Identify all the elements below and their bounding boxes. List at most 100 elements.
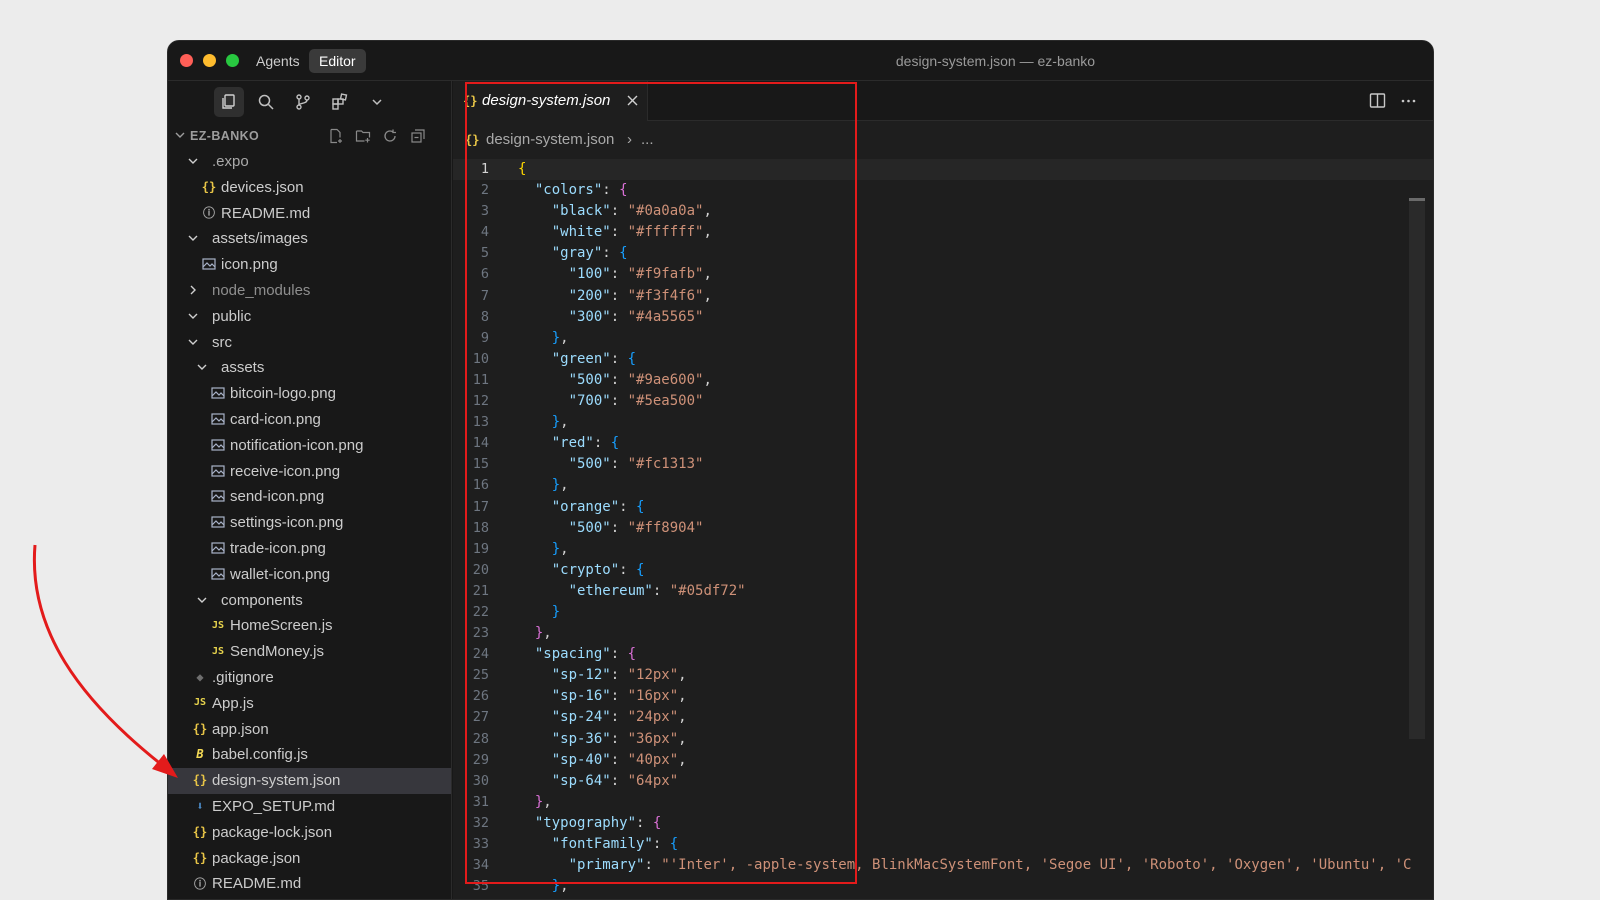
collapse-all-button[interactable] (408, 126, 428, 146)
tree-item[interactable]: notification-icon.png (168, 433, 451, 459)
code-line[interactable]: 4 "white": "#ffffff", (453, 222, 1433, 243)
code-line[interactable]: 9 }, (453, 328, 1433, 349)
code-line[interactable]: 21 "ethereum": "#05df72" (453, 581, 1433, 602)
tree-item[interactable]: {} app.json (168, 717, 451, 743)
tree-item[interactable]: {} package-lock.json (168, 820, 451, 846)
tree-item[interactable]: {} package.json (168, 846, 451, 872)
code-line[interactable]: 12 "700": "#5ea500" (453, 391, 1433, 412)
tree-item[interactable]: components (168, 588, 451, 614)
code-line[interactable]: 28 "sp-36": "36px", (453, 729, 1433, 750)
code-line[interactable]: 3 "black": "#0a0a0a", (453, 201, 1433, 222)
close-icon[interactable] (626, 94, 639, 107)
code-line[interactable]: 18 "500": "#ff8904" (453, 518, 1433, 539)
tree-item[interactable]: {} design-system.json (168, 768, 451, 794)
code-line[interactable]: 11 "500": "#9ae600", (453, 370, 1433, 391)
code-line[interactable]: 15 "500": "#fc1313" (453, 454, 1433, 475)
tree-item[interactable]: ◆ .gitignore (168, 665, 451, 691)
tree-item[interactable]: node_modules (168, 278, 451, 304)
tree-item[interactable]: JS App.js (168, 691, 451, 717)
code-token: : (610, 371, 628, 388)
code-token: { (669, 836, 679, 852)
source-control-button[interactable] (288, 87, 318, 117)
code-line[interactable]: 26 "sp-16": "16px", (453, 686, 1433, 707)
extensions-button[interactable] (325, 87, 355, 117)
code-line[interactable]: 17 "orange": { (453, 497, 1433, 518)
tab-design-system-json[interactable]: {} design-system.json (453, 81, 648, 121)
tree-item-label: HomeScreen.js (230, 617, 333, 635)
tree-item[interactable]: JS HomeScreen.js (168, 613, 451, 639)
new-file-icon (330, 128, 342, 144)
tree-item[interactable]: wallet-icon.png (168, 562, 451, 588)
tree-item[interactable]: receive-icon.png (168, 459, 451, 485)
tree-item[interactable]: send-icon.png (168, 484, 451, 510)
search-view-button[interactable] (251, 87, 281, 117)
code-line[interactable]: 35 }, (453, 876, 1433, 897)
chevron-right-icon[interactable] (186, 283, 200, 297)
chevron-down-icon[interactable] (186, 309, 200, 323)
tree-item[interactable]: src (168, 330, 451, 356)
tree-item[interactable]: ⓘ README.md (168, 201, 451, 227)
code-line[interactable]: 5 "gray": { (453, 243, 1433, 264)
chevron-down-icon[interactable] (195, 360, 209, 374)
code-line[interactable]: 16 }, (453, 475, 1433, 496)
code-token: : (610, 456, 628, 473)
code-token: "sp-36" (551, 730, 611, 747)
tree-item[interactable]: ⬇ EXPO_SETUP.md (168, 794, 451, 820)
breadcrumb-file[interactable]: design-system.json (486, 131, 614, 148)
code-line[interactable]: 8 "300": "#4a5565" (453, 307, 1433, 328)
tree-item[interactable]: settings-icon.png (168, 510, 451, 536)
tree-item[interactable]: assets/images (168, 226, 451, 252)
code-line[interactable]: 14 "red": { (453, 433, 1433, 454)
code-line[interactable]: 10 "green": { (453, 349, 1433, 370)
tree-item[interactable]: card-icon.png (168, 407, 451, 433)
code-line[interactable]: 13 }, (453, 412, 1433, 433)
code-line[interactable]: 29 "sp-40": "40px", (453, 750, 1433, 771)
code-line[interactable]: 23 }, (453, 623, 1433, 644)
new-folder-button[interactable] (353, 126, 373, 146)
tree-item[interactable]: ⓘ README.md (168, 871, 451, 897)
tree-item-label: design-system.json (212, 772, 341, 790)
explorer-header[interactable]: EZ-BANKO (168, 123, 451, 149)
line-number: 13 (472, 414, 489, 431)
chevron-down-icon[interactable] (186, 154, 200, 168)
code-line[interactable]: 19 }, (453, 539, 1433, 560)
more-actions-icon[interactable] (1400, 92, 1417, 109)
code-line[interactable]: 20 "crypto": { (453, 560, 1433, 581)
tree-item[interactable]: {} devices.json (168, 175, 451, 201)
code-line[interactable]: 22 } (453, 602, 1433, 623)
tree-item[interactable]: bitcoin-logo.png (168, 381, 451, 407)
explorer-view-button[interactable] (214, 87, 244, 117)
tree-item[interactable]: trade-icon.png (168, 536, 451, 562)
line-number: 24 (472, 646, 489, 663)
code-line[interactable]: 31 }, (453, 792, 1433, 813)
tree-item[interactable]: JS SendMoney.js (168, 639, 451, 665)
chevron-down-icon[interactable] (186, 231, 200, 245)
tree-item[interactable]: Bbabel.config.js (168, 742, 451, 768)
breadcrumb-symbols[interactable]: ... (641, 131, 654, 148)
tree-item[interactable]: assets (168, 355, 451, 381)
refresh-button[interactable] (380, 126, 400, 146)
tree-item[interactable]: icon.png (168, 252, 451, 278)
line-number: 9 (480, 329, 489, 346)
code-line[interactable]: 24 "spacing": { (453, 644, 1433, 665)
chevron-down-icon[interactable] (195, 593, 209, 607)
split-editor-icon[interactable] (1369, 92, 1386, 109)
code-line[interactable]: 25 "sp-12": "12px", (453, 665, 1433, 686)
tree-item[interactable]: public (168, 304, 451, 330)
more-views-button[interactable] (362, 87, 392, 117)
code-line[interactable]: 33 "fontFamily": { (453, 834, 1433, 855)
code-line[interactable]: 6 "100": "#f9fafb", (453, 264, 1433, 285)
code-line[interactable]: 7 "200": "#f3f4f6", (453, 286, 1433, 307)
code-line[interactable]: 34 "primary": "'Inter', -apple-system, B… (453, 855, 1433, 876)
code-line[interactable]: 1{ (453, 159, 1433, 181)
new-file-button[interactable] (326, 126, 346, 146)
code-editor[interactable]: 1{2 "colors": {3 "black": "#0a0a0a", 4 "w… (453, 159, 1433, 899)
scrollbar-thumb[interactable] (1409, 198, 1425, 201)
code-line[interactable]: 32 "typography": { (453, 813, 1433, 834)
minimap-scrollbar[interactable] (1409, 199, 1425, 739)
code-line[interactable]: 27 "sp-24": "24px", (453, 707, 1433, 728)
tree-item[interactable]: .expo (168, 149, 451, 175)
code-line[interactable]: 2 "colors": { (453, 180, 1433, 201)
chevron-down-icon[interactable] (186, 335, 200, 349)
code-line[interactable]: 30 "sp-64": "64px" (453, 771, 1433, 792)
